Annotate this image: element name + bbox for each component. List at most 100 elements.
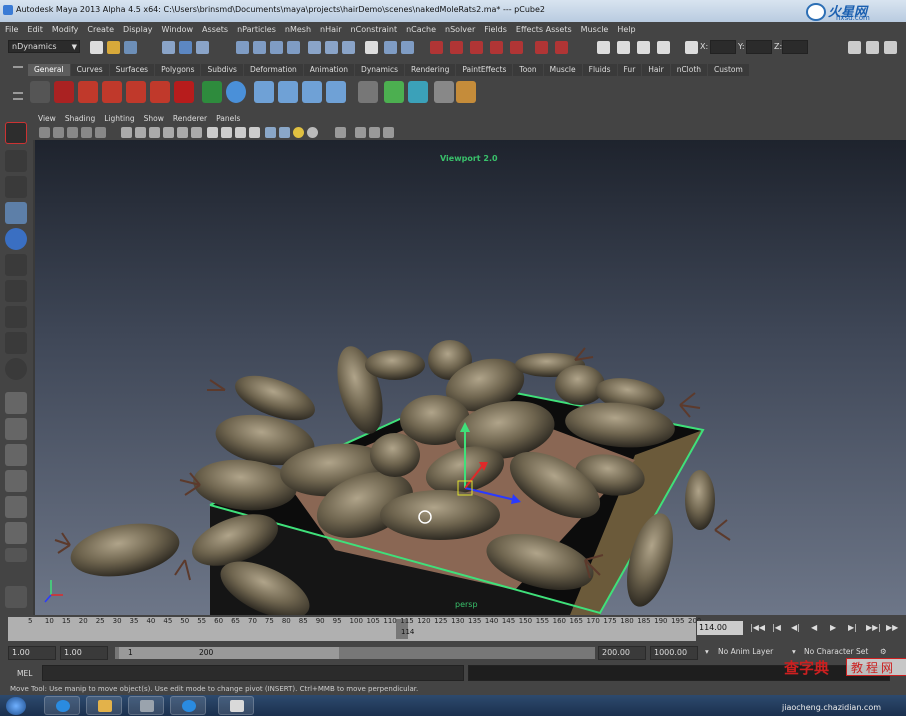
unparent-icon[interactable]: [326, 81, 346, 103]
channel-box-icon[interactable]: [637, 41, 650, 54]
animation-end-field[interactable]: 1000.00: [650, 646, 698, 660]
menu-nhair[interactable]: nHair: [315, 22, 346, 34]
render-settings-icon[interactable]: [430, 41, 443, 54]
move-tool-icon[interactable]: [5, 202, 27, 224]
shelf-tab-fur[interactable]: Fur: [617, 64, 642, 76]
grid-checker-icon[interactable]: [434, 81, 454, 103]
step-back-frame-button[interactable]: |◀: [772, 623, 781, 632]
key-preferences-icon[interactable]: ⚙: [880, 647, 887, 656]
open-scene-icon[interactable]: [107, 41, 120, 54]
goto-start-button[interactable]: |◀◀: [750, 623, 765, 632]
taskbar-ie[interactable]: [44, 696, 80, 715]
four-pane-layout-icon[interactable]: [5, 418, 27, 440]
textured-icon[interactable]: [265, 127, 276, 138]
windows-start-icon[interactable]: [6, 697, 26, 715]
menu-window[interactable]: Window: [157, 22, 198, 34]
select-hierarchy-icon[interactable]: [162, 41, 175, 54]
panel-menu-lighting[interactable]: Lighting: [99, 112, 138, 123]
play-backwards-button[interactable]: ◀: [811, 623, 817, 632]
hierarchy-icon[interactable]: [254, 81, 274, 103]
rotate-tool-icon[interactable]: [5, 228, 27, 250]
snap-surface-icon[interactable]: [308, 41, 321, 54]
playback-end-field[interactable]: 200.00: [598, 646, 646, 660]
z-coord-field[interactable]: [782, 40, 808, 54]
snap-point-icon[interactable]: [270, 41, 283, 54]
tool-settings-icon[interactable]: [617, 41, 630, 54]
time-slider-track[interactable]: 114 5 10 15 20 25 30 35 40 45 50 55 60 65 70 75 80 85 90 9…: [8, 617, 701, 641]
wireframe-on-shaded-icon[interactable]: [235, 127, 246, 138]
shading-icon[interactable]: [408, 81, 428, 103]
snap-grid-icon[interactable]: [236, 41, 249, 54]
range-handle[interactable]: 1 200: [119, 647, 339, 659]
menu-edit[interactable]: Edit: [22, 22, 47, 34]
history-icon[interactable]: [325, 41, 338, 54]
viewport-3d[interactable]: Viewport 2.0 persp: [35, 140, 906, 615]
bookmarks-icon[interactable]: [67, 127, 78, 138]
share-icon[interactable]: [383, 127, 394, 138]
menu-set-selector[interactable]: nDynamics ▼: [8, 40, 80, 53]
lasso-shelf-icon[interactable]: [150, 81, 170, 103]
smooth-shade-icon[interactable]: [221, 127, 232, 138]
outliner-icon[interactable]: [358, 81, 378, 103]
menu-assets[interactable]: Assets: [197, 22, 232, 34]
shelf-tab-polygons[interactable]: Polygons: [155, 64, 201, 76]
select-tool-icon[interactable]: [5, 122, 27, 144]
resolution-gate-icon[interactable]: [135, 127, 146, 138]
panel-menu-show[interactable]: Show: [139, 112, 168, 123]
mel-input[interactable]: [42, 665, 464, 681]
sidebar-toggle-icon[interactable]: [848, 41, 861, 54]
menu-nsolver[interactable]: nSolver: [440, 22, 479, 34]
shelf-tab-surfaces[interactable]: Surfaces: [109, 64, 155, 76]
menu-muscle[interactable]: Muscle: [576, 22, 613, 34]
sphere-icon[interactable]: [226, 81, 246, 103]
play-forwards-button[interactable]: ▶: [830, 623, 836, 632]
render-sequence-icon[interactable]: [490, 41, 503, 54]
taskbar-maya[interactable]: [218, 696, 254, 715]
xray-active-icon[interactable]: [369, 127, 380, 138]
taskbar-app[interactable]: [128, 696, 164, 715]
group-icon[interactable]: [278, 81, 298, 103]
menu-modify[interactable]: Modify: [47, 22, 83, 34]
help-question-icon[interactable]: [54, 81, 74, 103]
hypershade-layout-icon[interactable]: [5, 522, 27, 544]
soft-mod-icon[interactable]: [5, 306, 27, 328]
input-output-icon[interactable]: [342, 41, 355, 54]
mel-label[interactable]: MEL: [17, 669, 32, 678]
shelf-tab-dynamics[interactable]: Dynamics: [355, 64, 405, 76]
select-object-icon[interactable]: [179, 41, 192, 54]
shelf-tab-curves[interactable]: Curves: [70, 64, 109, 76]
grid-toggle-icon[interactable]: [95, 127, 106, 138]
snap-plane-icon[interactable]: [287, 41, 300, 54]
xray-icon[interactable]: [249, 127, 260, 138]
paint-brush-icon[interactable]: [456, 81, 476, 103]
image-plane-icon[interactable]: [81, 127, 92, 138]
render-frame-icon[interactable]: [384, 41, 397, 54]
persp-outliner-layout-icon[interactable]: [5, 470, 27, 492]
shelf-tab-toon[interactable]: Toon: [513, 64, 543, 76]
ipr-render-icon[interactable]: [401, 41, 414, 54]
step-forward-frame-button[interactable]: ▶▶|: [866, 623, 881, 632]
anim-layer-dropdown-icon[interactable]: ▾: [705, 647, 709, 656]
universal-manip-icon[interactable]: [5, 280, 27, 302]
select-camera-icon[interactable]: [39, 127, 50, 138]
menu-nmesh[interactable]: nMesh: [280, 22, 315, 34]
show-render-globals-icon[interactable]: [535, 41, 548, 54]
menu-fields[interactable]: Fields: [479, 22, 511, 34]
use-all-lights-icon[interactable]: [279, 127, 290, 138]
range-bar[interactable]: 1 200: [115, 647, 595, 659]
xray-joints-icon[interactable]: [355, 127, 366, 138]
wireframe-icon[interactable]: [207, 127, 218, 138]
menu-ncache[interactable]: nCache: [401, 22, 440, 34]
shelf-tab-fluids[interactable]: Fluids: [582, 64, 617, 76]
taskbar-explorer[interactable]: [86, 696, 122, 715]
film-reel-icon[interactable]: [30, 81, 50, 103]
construction-history-icon[interactable]: [365, 41, 378, 54]
batch-render-icon[interactable]: [510, 41, 523, 54]
layout-more-icon[interactable]: [5, 548, 27, 562]
field-chart-icon[interactable]: [163, 127, 174, 138]
two-pane-layout-icon[interactable]: [5, 444, 27, 466]
transform-field-icon[interactable]: [685, 41, 698, 54]
last-tool-icon[interactable]: [5, 358, 27, 380]
snap-curve-icon[interactable]: [253, 41, 266, 54]
save-scene-icon[interactable]: [124, 41, 137, 54]
